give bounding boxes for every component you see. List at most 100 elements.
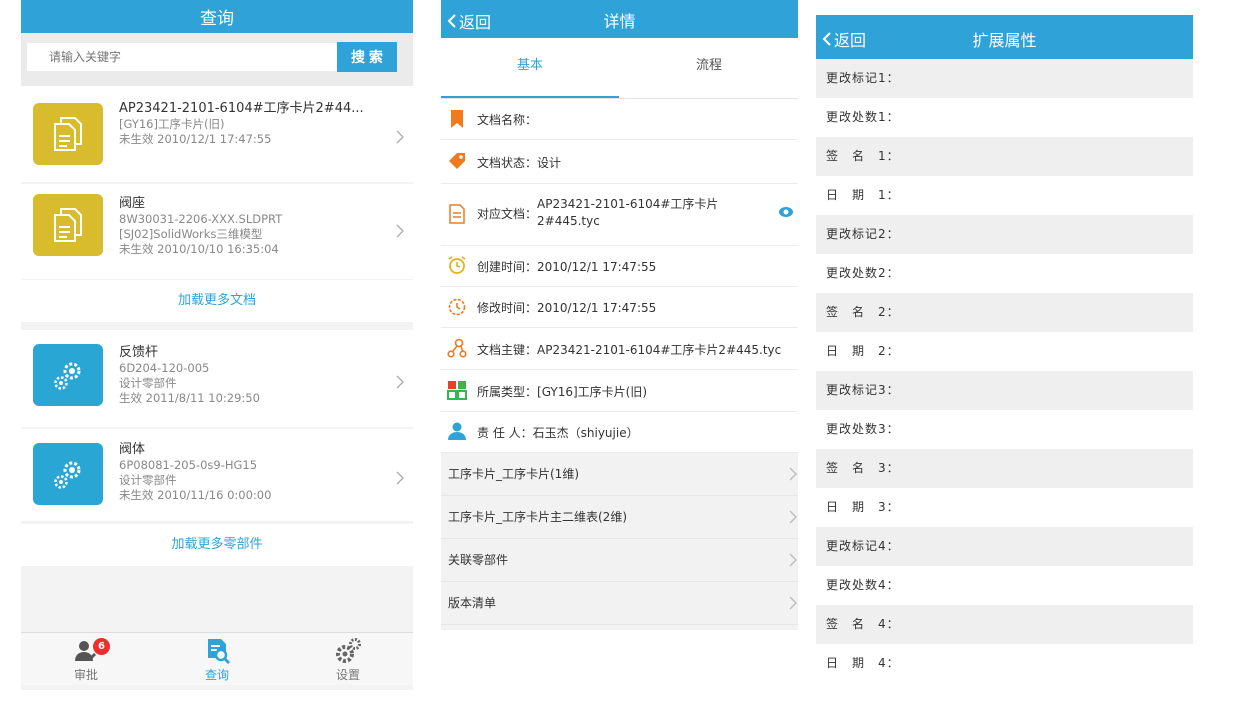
document-info: AP23421-2101-6104#工序卡片2#44... [GY16]工序卡片… [119,100,383,147]
field-value: 2010/12/1 17:47:55 [537,260,657,274]
bottom-tab-bar: 6 审批 查询 设置 [21,632,413,685]
file-icon [449,204,465,224]
field-modified-time: 修改时间：2010/12/1 17:47:55 [441,287,798,328]
field-text: 修改时间：2010/12/1 17:47:55 [477,299,768,316]
attribute-row: 签 名 2： [816,293,1193,332]
field-value: AP23421-2101-6104#工序卡片2#445.tyc [537,197,719,228]
attribute-row: 更改处数4： [816,566,1193,605]
field-label: 责 任 人： [477,426,533,440]
tab-basic[interactable]: 基本 [441,38,619,98]
link-process-card-1d[interactable]: 工序卡片_工序卡片(1维) [441,453,798,496]
attribute-row: 签 名 3： [816,449,1193,488]
search-document-icon [208,639,230,664]
attribute-row: 更改标记1： [816,59,1193,98]
link-process-card-2d[interactable]: 工序卡片_工序卡片主二维表(2维) [441,496,798,539]
document-icon [33,194,103,256]
search-input[interactable] [27,43,345,71]
document-filename: 8W30031-2206-XXX.SLDPRT [119,212,283,226]
search-button[interactable]: 搜 索 [337,42,397,72]
field-owner: 责 任 人：石玉杰（shiyujie） [441,412,798,453]
load-more-parts-button[interactable]: 加载更多零部件 [21,524,413,566]
share-nodes-icon [447,338,467,358]
tab-approval-label: 审批 [73,668,98,682]
gear-icon [33,344,103,406]
attribute-row: 签 名 1： [816,137,1193,176]
chevron-right-icon [396,224,404,238]
field-text: 所属类型：[GY16]工序卡片(旧) [477,383,768,400]
chevron-right-icon [789,467,797,481]
bookmark-icon [451,110,463,128]
field-text: 文档主键：AP23421-2101-6104#工序卡片2#445.tyc [477,341,798,358]
chevron-right-icon [396,130,404,144]
attribute-row: 日 期 2： [816,332,1193,371]
field-label: 对应文档： [477,206,538,221]
tag-icon [449,153,465,169]
tab-search-label: 查询 [204,668,229,682]
list-item-document[interactable]: AP23421-2101-6104#工序卡片2#44... [GY16]工序卡片… [21,86,413,182]
field-text: 文档状态：设计 [477,154,768,171]
chevron-right-icon [789,596,797,610]
link-label: 版本清单 [448,596,497,610]
chevron-right-icon [789,553,797,567]
part-name: 阀体 [119,442,146,457]
part-info: 阀体 6P08081-205-0s9-HG15 设计零部件 未生效 2010/1… [119,441,383,503]
chevron-right-icon [789,510,797,524]
document-status: 未生效 2010/10/10 16:35:04 [119,242,279,256]
field-label: 所属类型： [477,385,538,399]
list-item-part[interactable]: 阀体 6P08081-205-0s9-HG15 设计零部件 未生效 2010/1… [21,429,413,521]
field-label: 文档主键： [477,343,538,357]
timer-icon [448,298,466,316]
field-value: 石玉杰（shiyujie） [532,426,639,440]
attribute-row: 签 名 4： [816,605,1193,644]
eye-icon[interactable] [778,206,794,218]
alarm-clock-icon [448,256,466,274]
page-title: 查询 [200,9,234,29]
field-text: 对应文档： AP23421-2101-6104#工序卡片2#445.tyc [477,196,748,230]
link-version-list[interactable]: 版本清单 [441,582,798,625]
document-title: 阀座 [119,196,146,211]
attribute-row: 更改标记3： [816,371,1193,410]
field-value: AP23421-2101-6104#工序卡片2#445.tyc [537,343,782,357]
detail-header: 返回 详情 [441,0,798,38]
field-label: 文档名称： [477,113,538,127]
chevron-right-icon [396,375,404,389]
field-value: [GY16]工序卡片(旧) [537,385,648,399]
part-code: 6D204-120-005 [119,361,210,375]
field-text: 创建时间：2010/12/1 17:47:55 [477,258,768,275]
load-more-documents-button[interactable]: 加载更多文档 [21,280,413,322]
user-icon [448,422,466,440]
search-panel: 查询 搜 索 AP23421-2101-6104#工序卡片2#44... [GY… [21,0,413,690]
attribute-row: 更改处数3： [816,410,1193,449]
field-document-key: 文档主键：AP23421-2101-6104#工序卡片2#445.tyc [441,328,798,370]
search-bar: 搜 索 [21,33,413,86]
notification-badge: 6 [93,638,110,655]
list-item-part[interactable]: 反馈杆 6D204-120-005 设计零部件 生效 2011/8/11 10:… [21,330,413,427]
settings-gears-icon [336,638,361,663]
attribute-row: 更改处数2： [816,254,1193,293]
link-related-parts[interactable]: 关联零部件 [441,539,798,582]
field-category: 所属类型：[GY16]工序卡片(旧) [441,370,798,412]
field-document-status: 文档状态：设计 [441,140,798,184]
tab-workflow[interactable]: 流程 [620,38,798,98]
detail-tabs: 基本 流程 [441,38,798,99]
part-info: 反馈杆 6D204-120-005 设计零部件 生效 2011/8/11 10:… [119,344,383,406]
document-title: AP23421-2101-6104#工序卡片2#44... [119,101,364,116]
attribute-row: 日 期 4： [816,644,1193,683]
tab-search[interactable]: 查询 [152,633,282,685]
tab-settings-label: 设置 [335,668,360,682]
chevron-right-icon [396,471,404,485]
extended-attributes-panel: 返回 扩展属性 更改标记1： 更改处数1： 签 名 1： 日 期 1： 更改标记… [816,0,1193,690]
detail-panel: 返回 详情 基本 流程 文档名称： 文档状态：设计 对应文档： AP23421-… [441,0,798,630]
field-text: 责 任 人：石玉杰（shiyujie） [477,424,768,441]
tab-settings[interactable]: 设置 [283,633,413,685]
part-name: 反馈杆 [119,345,159,360]
extended-header: 返回 扩展属性 [816,15,1193,59]
field-created-time: 创建时间：2010/12/1 17:47:55 [441,246,798,287]
tab-approval[interactable]: 6 审批 [21,633,151,685]
part-code: 6P08081-205-0s9-HG15 [119,458,258,472]
document-info: 阀座 8W30031-2206-XXX.SLDPRT [SJ02]SolidWo… [119,195,383,257]
attribute-row: 更改标记2： [816,215,1193,254]
list-item-document[interactable]: 阀座 8W30031-2206-XXX.SLDPRT [SJ02]SolidWo… [21,184,413,279]
field-text: 文档名称： [477,111,768,128]
page-title: 详情 [603,12,636,31]
